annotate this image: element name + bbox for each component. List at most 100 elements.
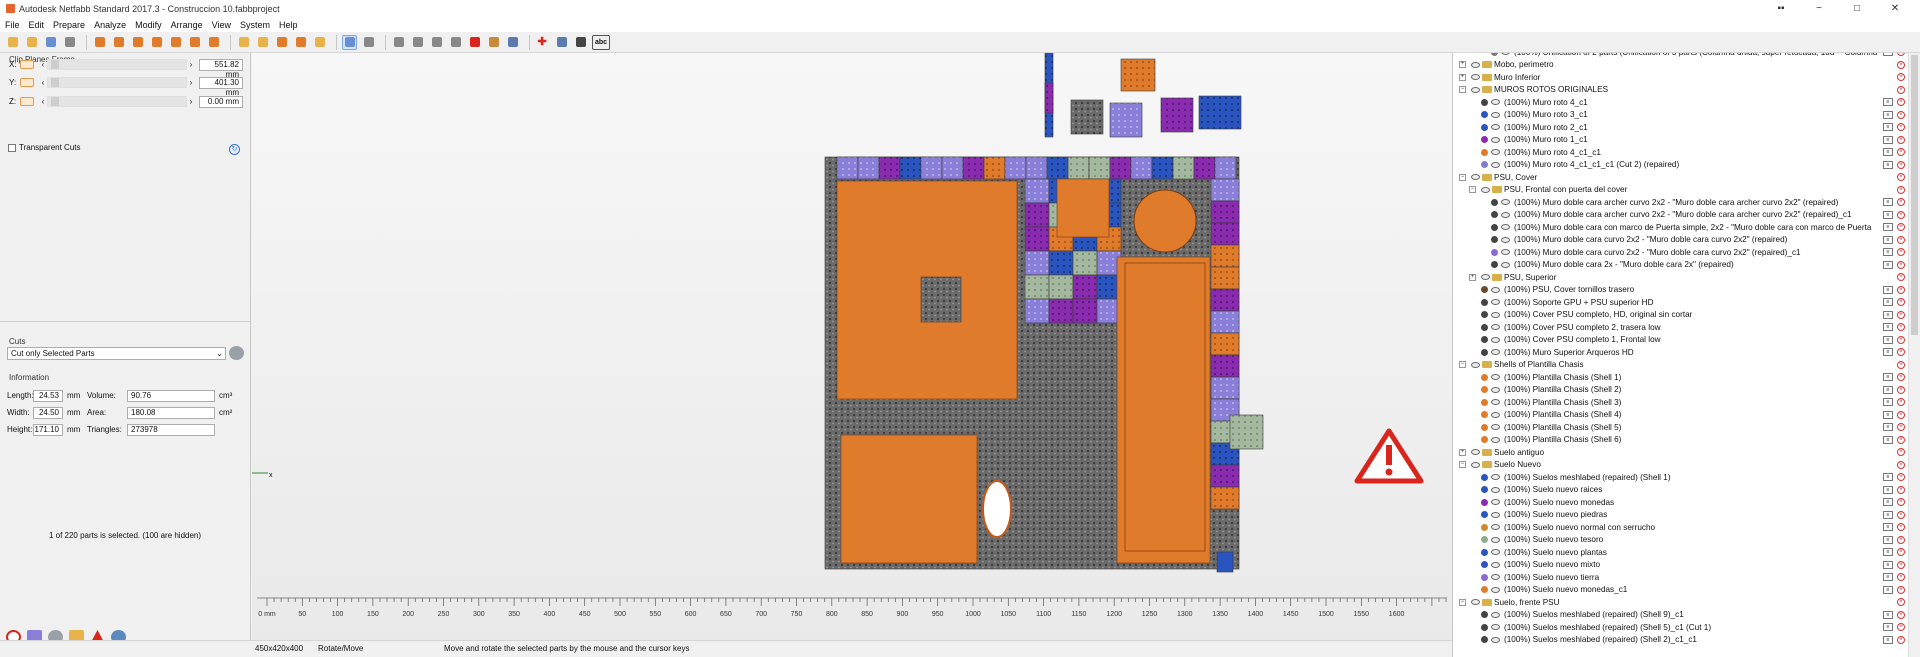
view-back-icon[interactable] xyxy=(111,35,126,50)
clip-value-y[interactable]: 401.30 mm xyxy=(199,76,243,97)
part-color-icon[interactable] xyxy=(1481,411,1488,419)
rotate-view-icon[interactable] xyxy=(255,35,270,50)
floor-tile[interactable] xyxy=(1024,178,1050,204)
loose-tile[interactable] xyxy=(1120,58,1156,92)
floor-tile[interactable] xyxy=(878,156,901,180)
remove-icon[interactable]: × xyxy=(1897,185,1905,194)
remove-icon[interactable]: × xyxy=(1897,123,1905,132)
floor-tile[interactable] xyxy=(1210,332,1240,356)
visibility-eye-icon[interactable] xyxy=(1491,549,1500,556)
visibility-eye-icon[interactable] xyxy=(1491,286,1500,293)
floor-tile[interactable] xyxy=(1193,156,1216,180)
remove-icon[interactable]: × xyxy=(1897,98,1905,107)
visibility-eye-icon[interactable] xyxy=(1471,61,1480,68)
visibility-eye-icon[interactable] xyxy=(1491,511,1500,518)
visibility-eye-icon[interactable] xyxy=(1491,436,1500,443)
remove-icon[interactable]: × xyxy=(1897,73,1905,82)
visibility-eye-icon[interactable] xyxy=(1481,274,1490,281)
floor-tile[interactable] xyxy=(1004,156,1027,180)
flat-icon[interactable] xyxy=(505,35,520,50)
visibility-eye-icon[interactable] xyxy=(1491,636,1500,643)
color-icon[interactable] xyxy=(467,35,482,50)
remove-icon[interactable]: × xyxy=(1897,160,1905,169)
visibility-eye-icon[interactable] xyxy=(1491,111,1500,118)
tree-part[interactable]: ≡ (100%) Suelo nuevo mixto × xyxy=(1453,559,1908,572)
search-icon[interactable] xyxy=(312,35,327,50)
floor-tile[interactable] xyxy=(920,156,943,180)
add-icon[interactable]: ✚ xyxy=(535,35,550,50)
part-color-icon[interactable] xyxy=(1481,536,1488,544)
visibility-eye-icon[interactable] xyxy=(1501,249,1510,256)
tree-part[interactable]: ≡ (100%) Muro roto 2_c1 × xyxy=(1453,121,1908,134)
remove-icon[interactable]: × xyxy=(1897,485,1905,494)
tree-part[interactable]: ≡ (100%) Suelos meshlabed (repaired) (She… xyxy=(1453,471,1908,484)
part-color-icon[interactable] xyxy=(1481,511,1488,519)
part-color-icon[interactable] xyxy=(1481,311,1488,319)
slider-thumb[interactable] xyxy=(51,78,59,87)
remove-icon[interactable]: × xyxy=(1897,198,1905,207)
camera-icon[interactable] xyxy=(554,35,569,50)
remove-icon[interactable]: × xyxy=(1897,60,1905,69)
visibility-eye-icon[interactable] xyxy=(1471,86,1480,93)
expand-icon[interactable]: + xyxy=(1459,61,1466,69)
remove-icon[interactable]: × xyxy=(1897,560,1905,569)
floor-tile[interactable] xyxy=(1130,156,1153,180)
remove-icon[interactable]: × xyxy=(1897,285,1905,294)
visibility-eye-icon[interactable] xyxy=(1481,186,1490,193)
part-color-icon[interactable] xyxy=(1491,198,1498,206)
tree-part[interactable]: ≡ (100%) Suelo nuevo tesoro × xyxy=(1453,534,1908,547)
visibility-eye-icon[interactable] xyxy=(1491,399,1500,406)
slider-left-arrow[interactable]: ‹ xyxy=(39,78,47,87)
remove-icon[interactable]: × xyxy=(1897,423,1905,432)
transparent-cuts-checkbox[interactable] xyxy=(8,143,16,152)
shade-icon[interactable] xyxy=(429,35,444,50)
label-button[interactable]: abc xyxy=(592,34,610,50)
remove-icon[interactable]: × xyxy=(1897,235,1905,244)
view-left-icon[interactable] xyxy=(130,35,145,50)
tree-part[interactable]: ≡ (100%) Muro roto 4_c1_c1_c1 (Cut 2) (re… xyxy=(1453,159,1908,172)
part-color-icon[interactable] xyxy=(1481,573,1488,581)
part-color-icon[interactable] xyxy=(1481,323,1488,331)
visibility-eye-icon[interactable] xyxy=(1491,324,1500,331)
label-icon[interactable] xyxy=(573,35,588,50)
tree-part[interactable]: ≡ (100%) Cover PSU completo 2, trasera lo… xyxy=(1453,321,1908,334)
view-right-icon[interactable] xyxy=(149,35,164,50)
visibility-eye-icon[interactable] xyxy=(1491,136,1500,143)
part-color-icon[interactable] xyxy=(1481,386,1488,394)
visibility-eye-icon[interactable] xyxy=(1471,599,1480,606)
menu-edit[interactable]: Edit xyxy=(29,20,45,30)
tree-part[interactable]: ≡ (100%) Cover PSU completo 1, Frontal lo… xyxy=(1453,334,1908,347)
visibility-eye-icon[interactable] xyxy=(1471,449,1480,456)
tree-part[interactable]: ≡ (100%) Muro doble cara archer curvo 2x2… xyxy=(1453,209,1908,222)
floor-tile[interactable] xyxy=(1210,464,1240,488)
clip-toggle-x[interactable] xyxy=(20,60,34,69)
visibility-eye-icon[interactable] xyxy=(1501,199,1510,206)
part-color-icon[interactable] xyxy=(1481,561,1488,569)
visibility-eye-icon[interactable] xyxy=(1491,149,1500,156)
tree-part[interactable]: ≡ (100%) Muro roto 3_c1 × xyxy=(1453,109,1908,122)
remove-icon[interactable]: × xyxy=(1897,335,1905,344)
tree-part[interactable]: ≡ (100%) Soporte GPU + PSU superior HD × xyxy=(1453,296,1908,309)
floor-tile[interactable] xyxy=(962,156,985,180)
tree-part[interactable]: ≡ (100%) Plantilla Chasis (Shell 4) × xyxy=(1453,409,1908,422)
floor-tile[interactable] xyxy=(1024,202,1050,228)
part-color-icon[interactable] xyxy=(1481,486,1488,494)
clip-toggle-y[interactable] xyxy=(20,78,34,87)
visibility-eye-icon[interactable] xyxy=(1501,224,1510,231)
floor-tile[interactable] xyxy=(836,156,859,180)
view-top-icon[interactable] xyxy=(168,35,183,50)
floor-tile[interactable] xyxy=(1024,226,1050,252)
floor-tile[interactable] xyxy=(1109,156,1132,180)
visibility-eye-icon[interactable] xyxy=(1491,349,1500,356)
clip-slider-y[interactable] xyxy=(47,77,187,88)
slice-icon[interactable] xyxy=(391,35,406,50)
floor-tile[interactable] xyxy=(1210,178,1240,202)
remove-icon[interactable]: × xyxy=(1897,523,1905,532)
menu-analyze[interactable]: Analyze xyxy=(94,20,126,30)
slider-thumb[interactable] xyxy=(51,97,59,106)
floor-tile[interactable] xyxy=(1088,156,1111,180)
slider-left-arrow[interactable]: ‹ xyxy=(39,97,47,106)
pointer-icon[interactable] xyxy=(342,34,357,50)
slider-right-arrow[interactable]: › xyxy=(187,78,195,87)
visibility-eye-icon[interactable] xyxy=(1491,124,1500,131)
